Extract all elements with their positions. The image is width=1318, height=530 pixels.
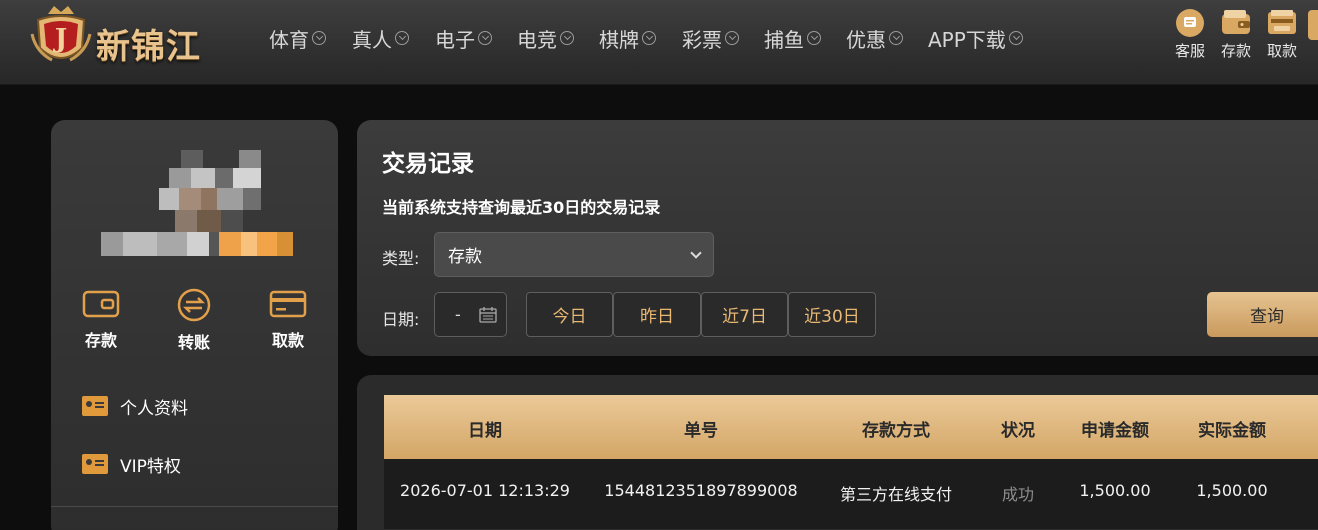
range-30days-button[interactable]: 近30日	[788, 292, 876, 337]
chat-icon	[1176, 9, 1204, 37]
cell-status: 成功	[1001, 485, 1035, 504]
chevron-down-icon	[642, 31, 656, 45]
sidebar-item-vip[interactable]: VIP特权	[82, 450, 181, 478]
chevron-down-icon	[312, 31, 326, 45]
column-header: 日期	[468, 421, 502, 441]
nav-item-app-download[interactable]: APP下载	[928, 24, 1023, 52]
top-header: J 新锦江 体育 真人 电子 电竞 棋牌 彩票 捕鱼 优惠 APP下载 客服 存…	[0, 0, 1318, 85]
transaction-table: 日期 单号 存款方式 状况 申请金额 实际金额 2026-07-01 12:13…	[357, 375, 1318, 530]
header-customer-service-button[interactable]: 客服	[1170, 8, 1210, 64]
column-header: 存款方式	[862, 421, 930, 441]
column-header: 状况	[1001, 421, 1035, 441]
column-header: 实际金额	[1198, 421, 1266, 441]
search-button[interactable]: 查询	[1207, 292, 1318, 337]
calendar-icon	[479, 307, 497, 323]
nav-item-esports[interactable]: 电竞	[517, 24, 574, 52]
header-deposit-button[interactable]: 存款	[1216, 8, 1256, 64]
svg-text:J: J	[53, 24, 67, 54]
id-card-icon	[82, 396, 108, 416]
wallet-icon	[1222, 10, 1250, 34]
chevron-down-icon	[807, 31, 821, 45]
chevron-down-icon	[889, 31, 903, 45]
chevron-down-icon	[560, 31, 574, 45]
nav-item-slots[interactable]: 电子	[435, 24, 492, 52]
header-withdraw-button[interactable]: 取款	[1262, 8, 1302, 64]
query-range-note: 当前系统支持查询最近30日的交易记录	[382, 198, 661, 217]
cell-date: 2026-07-01 12:13:29	[400, 481, 570, 500]
account-sidebar: 存款 转账 取款 个人资料 VIP特权	[51, 120, 338, 530]
page-title: 交易记录	[382, 151, 474, 177]
chevron-down-icon	[395, 31, 409, 45]
nav-item-fishing[interactable]: 捕鱼	[764, 24, 821, 52]
sidebar-divider	[51, 506, 338, 507]
cell-order-number: 1544812351897899008	[604, 481, 798, 500]
brand-name: 新锦江	[96, 27, 201, 67]
transaction-filter-panel: 交易记录 当前系统支持查询最近30日的交易记录 类型: 存款 日期: - 今日 …	[357, 120, 1318, 356]
crown-shield-logo-icon: J	[30, 6, 92, 62]
column-header: 单号	[684, 421, 718, 441]
range-today-button[interactable]: 今日	[526, 292, 613, 337]
chevron-down-icon	[690, 246, 702, 259]
chevron-down-icon	[1008, 31, 1023, 45]
sidebar-item-profile[interactable]: 个人资料	[82, 392, 188, 420]
date-label: 日期:	[382, 310, 420, 329]
nav-item-live[interactable]: 真人	[352, 24, 409, 52]
table-row: 2026-07-01 12:13:29 1544812351897899008 …	[384, 459, 1318, 529]
brand-logo[interactable]: J 新锦江	[30, 4, 240, 70]
nav-item-sports[interactable]: 体育	[269, 24, 326, 52]
id-card-icon	[82, 454, 108, 474]
transfer-icon	[177, 288, 211, 322]
atm-icon	[1268, 10, 1296, 34]
wallet-icon	[82, 290, 120, 318]
chevron-down-icon	[725, 31, 739, 45]
range-yesterday-button[interactable]: 昨日	[613, 292, 701, 337]
cell-requested-amount: 1,500.00	[1079, 481, 1151, 500]
sidebar-transfer-button[interactable]: 转账	[164, 288, 224, 353]
card-icon	[269, 290, 307, 318]
cell-deposit-method: 第三方在线支付	[839, 485, 953, 504]
sidebar-withdraw-button[interactable]: 取款	[258, 288, 318, 351]
avatar[interactable]	[159, 150, 269, 240]
nav-item-cards[interactable]: 棋牌	[599, 24, 656, 52]
date-range-input[interactable]: -	[434, 292, 507, 337]
table-header: 日期 单号 存款方式 状况 申请金额 实际金额	[384, 395, 1318, 459]
username-blurred	[101, 232, 293, 256]
range-7days-button[interactable]: 近7日	[701, 292, 788, 337]
cell-actual-amount: 1,500.00	[1196, 481, 1268, 500]
chevron-down-icon	[478, 31, 492, 45]
type-label: 类型:	[382, 249, 420, 268]
column-header: 申请金额	[1081, 421, 1149, 441]
nav-item-lottery[interactable]: 彩票	[682, 24, 739, 52]
sidebar-deposit-button[interactable]: 存款	[71, 288, 131, 351]
nav-item-promotions[interactable]: 优惠	[846, 24, 903, 52]
transaction-type-select[interactable]: 存款	[434, 232, 714, 277]
header-more-icon[interactable]	[1308, 10, 1318, 40]
